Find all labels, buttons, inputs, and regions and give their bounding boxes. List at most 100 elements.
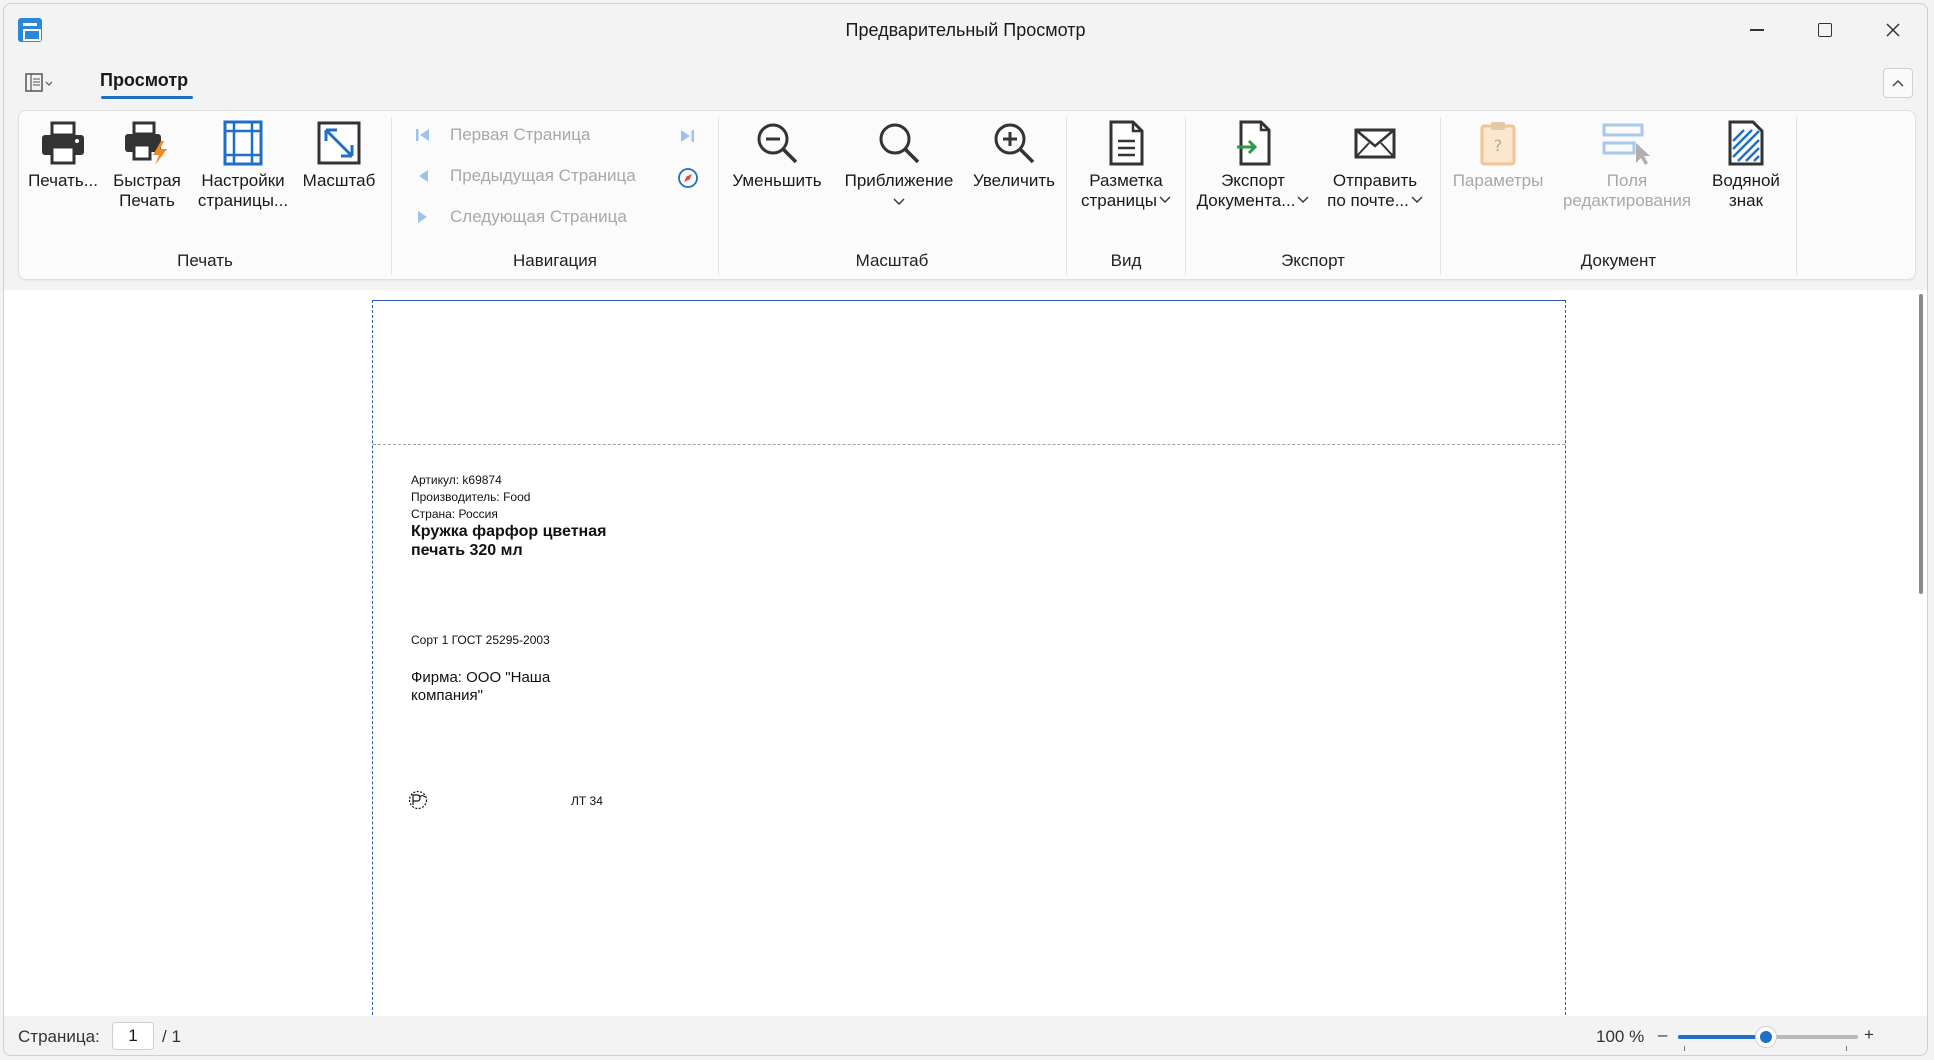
navigate-compass-icon[interactable] [677, 167, 699, 189]
page-layout-label-2: страницы [1073, 191, 1179, 211]
zoom-in-button[interactable]: Увеличить [969, 119, 1059, 191]
send-mail-button[interactable]: Отправить по почте... [1316, 119, 1434, 211]
zoom-in-icon [994, 123, 1035, 164]
svg-text:?: ? [1494, 136, 1503, 155]
zoom-in-label: Увеличить [973, 171, 1055, 190]
watermark-icon [1728, 120, 1764, 166]
ribbon-group-navigation: Первая Страница Предыдущая Страница След… [392, 111, 718, 281]
page-setup-label-2: страницы... [197, 191, 289, 210]
chevron-down-icon [1159, 196, 1171, 203]
group-label-view: Вид [1110, 251, 1142, 270]
group-label-print: Печать [177, 251, 233, 270]
export-document-button[interactable]: Экспорт Документа... [1192, 119, 1314, 211]
status-bar: Страница: 1 / 1 100 % – + [4, 1016, 1927, 1055]
chevron-down-icon [1411, 196, 1423, 203]
scale-label: Масштаб [302, 171, 376, 190]
page-layout-label-1: Разметка [1089, 171, 1163, 190]
watermark-button[interactable]: Водяной знак [1703, 119, 1789, 211]
edit-fields-button[interactable]: Поля редактирования [1555, 119, 1699, 211]
zoom-tick [1846, 1046, 1847, 1051]
minimize-icon [1750, 29, 1764, 31]
page-layout-icon [1109, 120, 1144, 166]
next-page-label: Следующая Страница [450, 207, 627, 226]
quick-access-menu-icon[interactable] [24, 72, 56, 94]
active-tab-indicator [101, 96, 193, 99]
send-mail-label-1: Отправить [1332, 171, 1418, 190]
prev-page-icon [419, 170, 428, 182]
scale-icon [317, 121, 361, 165]
first-page-button[interactable]: Первая Страница [414, 125, 590, 145]
page-layout-label-2-text: страницы [1080, 191, 1158, 210]
zoom-percent: 100 % [1596, 1027, 1645, 1046]
zoom-out-icon [757, 123, 798, 164]
document-preview-area[interactable]: Артикул: k69874 Производитель: Food Стра… [4, 290, 1927, 1016]
tab-view[interactable]: Просмотр [100, 70, 188, 91]
window-title: Предварительный Просмотр [845, 20, 1086, 40]
quick-print-label-1: Быстрая [113, 171, 181, 190]
printer-icon [42, 121, 84, 165]
export-document-label-2: Документа... [1192, 191, 1314, 211]
product-name-text: Кружка фарфор цветная печать 320 мл [411, 523, 607, 559]
group-label-export: Экспорт [1281, 251, 1345, 270]
ribbon-tab-row: Просмотр [4, 60, 1927, 104]
group-label-zoom: Масштаб [855, 251, 929, 270]
send-mail-label-2: по почте... [1316, 191, 1434, 211]
article-text: Артикул: k69874 [411, 473, 502, 487]
minimize-button[interactable] [1723, 4, 1791, 56]
first-page-icon [416, 129, 429, 141]
quick-print-icon [125, 121, 167, 165]
vertical-scrollbar[interactable] [1919, 294, 1923, 594]
next-page-button[interactable]: Следующая Страница [414, 207, 627, 227]
zoom-out-small-button[interactable]: – [1658, 1025, 1667, 1045]
parameters-label: Параметры [1452, 171, 1544, 190]
chevron-down-icon [835, 191, 963, 211]
page-label: Страница: [18, 1027, 100, 1046]
ribbon-group-zoom: Уменьшить Приближение Увеличить Масштаб [719, 111, 1065, 281]
collapse-ribbon-button[interactable] [1883, 68, 1913, 98]
clipboard-question-icon: ? [1480, 122, 1516, 166]
first-page-label: Первая Страница [450, 125, 591, 144]
next-page-icon [418, 211, 427, 223]
watermark-label-2: знак [1728, 191, 1764, 210]
close-button[interactable] [1859, 4, 1927, 56]
zoom-out-button[interactable]: Уменьшить [725, 119, 829, 191]
export-document-label-1: Экспорт [1221, 171, 1285, 190]
firm-text: Фирма: ООО "Наша компания" [411, 669, 551, 704]
chevron-up-icon [1892, 79, 1904, 87]
prev-page-label: Предыдущая Страница [450, 166, 636, 185]
page-margin-line [373, 444, 1565, 445]
page-total: / 1 [162, 1027, 181, 1046]
edit-fields-icon [1602, 123, 1650, 165]
grade-text: Сорт 1 ГОСТ 25295-2003 [411, 633, 550, 647]
print-button[interactable]: Печать... [25, 119, 101, 191]
export-document-icon [1237, 120, 1271, 166]
mail-envelope-icon [1354, 128, 1396, 159]
edit-fields-label-1: Поля [1606, 171, 1648, 190]
ribbon-group-document: ? Параметры Поля редактирования Водяной … [1441, 111, 1796, 281]
certification-mark-icon [408, 790, 428, 810]
title-bar: Предварительный Просмотр [4, 4, 1927, 56]
page-setup-label-1: Настройки [201, 171, 285, 190]
page-setup-button[interactable]: Настройки страницы... [195, 119, 291, 211]
magnifier-icon [879, 123, 920, 164]
group-label-navigation: Навигация [513, 251, 597, 270]
page-layout-button[interactable]: Разметка страницы [1073, 119, 1179, 211]
last-page-icon[interactable] [678, 127, 696, 145]
zoom-button[interactable]: Приближение [835, 119, 963, 211]
watermark-label-1: Водяной [1712, 171, 1780, 190]
preview-page: Артикул: k69874 Производитель: Food Стра… [372, 300, 1566, 1016]
ribbon-group-view: Разметка страницы Вид [1067, 111, 1185, 281]
parameters-button[interactable]: ? Параметры [1445, 119, 1551, 191]
page-setup-icon [223, 120, 263, 166]
quick-print-button[interactable]: Быстрая Печать [105, 119, 189, 211]
group-label-document: Документ [1580, 251, 1657, 270]
page-number-input[interactable]: 1 [112, 1022, 154, 1050]
maximize-button[interactable] [1791, 4, 1859, 56]
chevron-down-icon [1297, 196, 1309, 203]
send-mail-label-2-text: по почте... [1327, 191, 1409, 210]
edit-fields-label-2: редактирования [1562, 191, 1692, 210]
zoom-in-small-button[interactable]: + [1864, 1025, 1874, 1045]
scale-button[interactable]: Масштаб [299, 119, 379, 191]
prev-page-button[interactable]: Предыдущая Страница [414, 166, 636, 186]
zoom-slider-thumb[interactable] [1755, 1026, 1778, 1048]
